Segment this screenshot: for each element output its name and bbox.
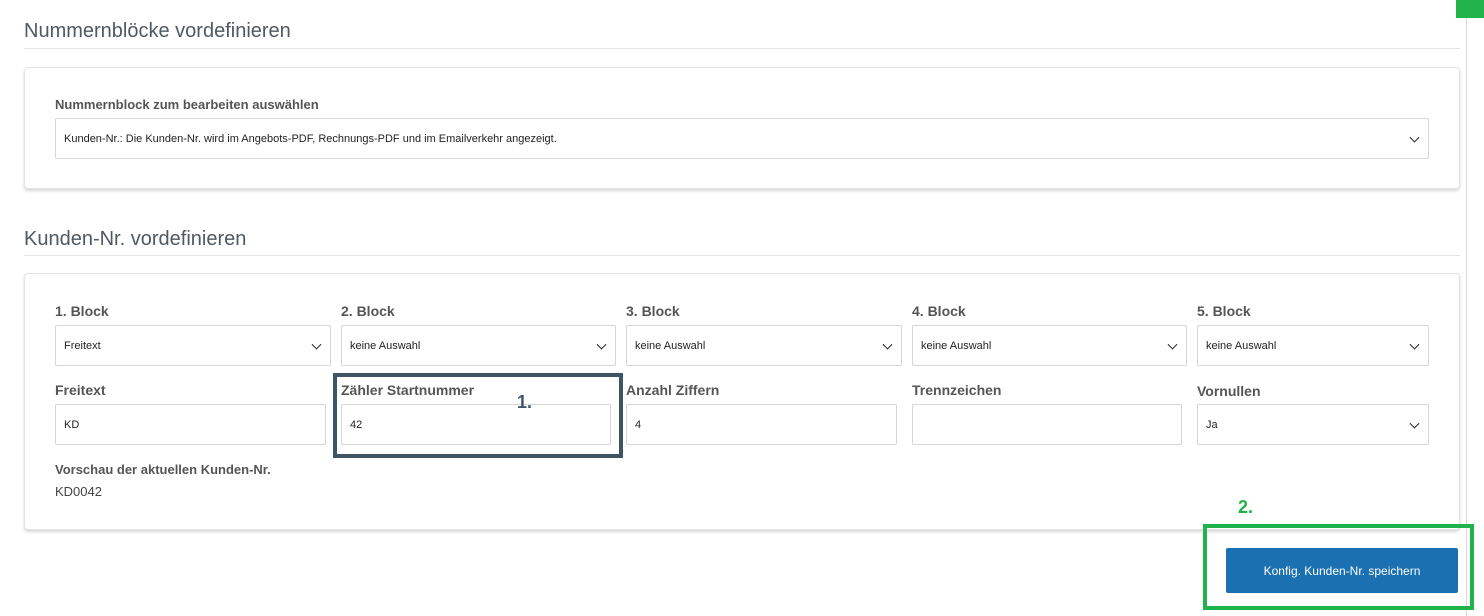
annotation-marker-1: 1.	[517, 392, 533, 412]
block-1-select-value: Freitext	[64, 339, 101, 352]
save-config-button[interactable]: Konfig. Kunden-Nr. speichern	[1226, 548, 1458, 593]
chevron-down-icon	[1409, 418, 1420, 429]
block-2-select-value: keine Auswahl	[350, 339, 421, 352]
block-3-label: 3. Block	[626, 303, 680, 319]
digits-input[interactable]: 4	[626, 404, 897, 445]
leading-zeros-label: Vornullen	[1197, 383, 1261, 399]
block-4-select[interactable]: keine Auswahl	[912, 325, 1187, 366]
section-divider	[24, 48, 1460, 49]
chevron-down-icon	[1167, 339, 1178, 350]
chevron-down-icon	[1409, 132, 1420, 143]
leading-zeros-select-value: Ja	[1206, 418, 1218, 431]
chevron-down-icon	[311, 339, 322, 350]
leading-zeros-select[interactable]: Ja	[1197, 404, 1429, 445]
block-4-select-value: keine Auswahl	[921, 339, 992, 352]
block-1-label: 1. Block	[55, 303, 109, 319]
preview-label: Vorschau der aktuellen Kunden-Nr.	[55, 462, 271, 477]
annotation-highlight-counter	[333, 373, 623, 458]
section-title-customer-number: Kunden-Nr. vordefinieren	[24, 228, 247, 250]
section-divider	[24, 255, 1460, 256]
block-3-select[interactable]: keine Auswahl	[626, 325, 902, 366]
block-2-select[interactable]: keine Auswahl	[341, 325, 616, 366]
number-block-select[interactable]: Kunden-Nr.: Die Kunden-Nr. wird im Angeb…	[55, 118, 1429, 159]
chevron-down-icon	[882, 339, 893, 350]
block-4-label: 4. Block	[912, 303, 966, 319]
section-title-number-blocks: Nummernblöcke vordefinieren	[24, 20, 291, 42]
green-corner-indicator	[1456, 0, 1484, 18]
block-5-label: 5. Block	[1197, 303, 1251, 319]
digits-label: Anzahl Ziffern	[626, 382, 720, 398]
chevron-down-icon	[596, 339, 607, 350]
number-block-select-label: Nummernblock zum bearbeiten auswählen	[55, 97, 319, 112]
separator-label: Trennzeichen	[912, 382, 1002, 398]
block-3-select-value: keine Auswahl	[635, 339, 706, 352]
block-2-label: 2. Block	[341, 303, 395, 319]
block-5-select[interactable]: keine Auswahl	[1197, 325, 1429, 366]
number-block-select-value: Kunden-Nr.: Die Kunden-Nr. wird im Angeb…	[64, 132, 557, 145]
block-5-select-value: keine Auswahl	[1206, 339, 1277, 352]
separator-input[interactable]	[912, 404, 1182, 445]
block-1-select[interactable]: Freitext	[55, 325, 331, 366]
freitext-label: Freitext	[55, 382, 106, 398]
chevron-down-icon	[1409, 339, 1420, 350]
annotation-marker-2: 2.	[1238, 497, 1254, 517]
freitext-input[interactable]: KD	[55, 404, 326, 445]
preview-value: KD0042	[55, 484, 102, 499]
